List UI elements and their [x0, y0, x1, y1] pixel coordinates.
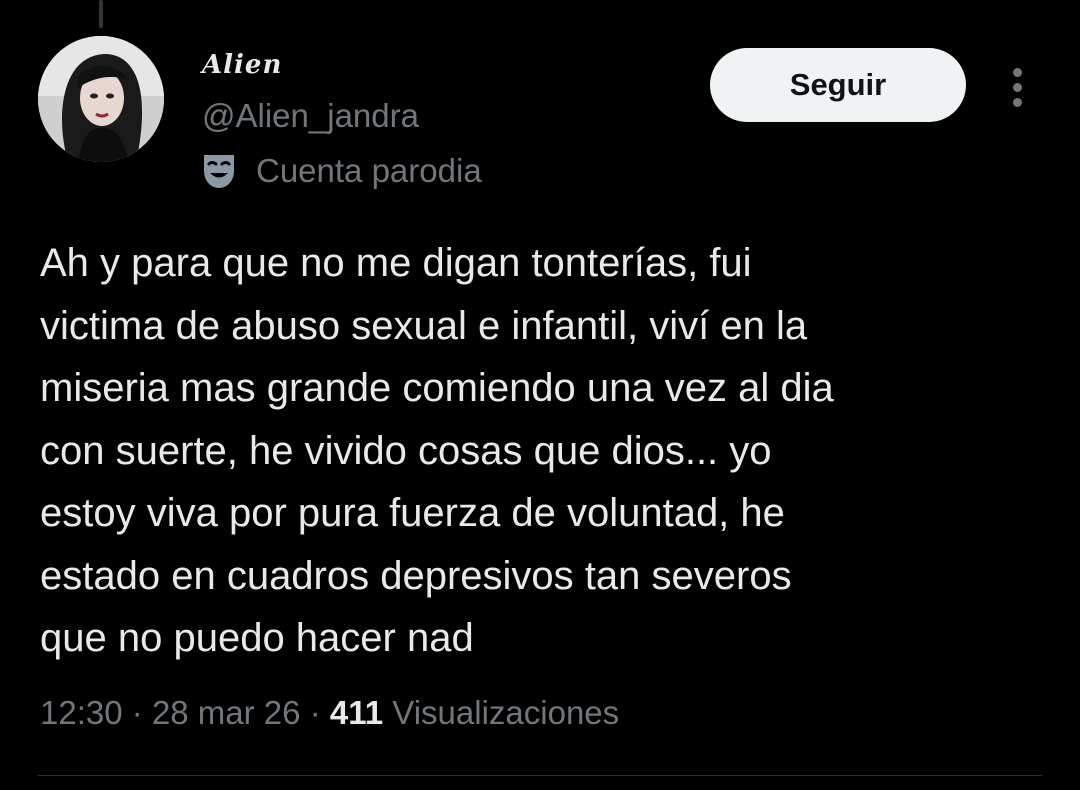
tweet-metadata: 12:30 · 28 mar 26 · 411 Visualizaciones: [40, 694, 619, 732]
divider: [38, 775, 1042, 776]
meta-separator: ·: [131, 694, 143, 731]
views-count[interactable]: 411: [330, 694, 383, 731]
parody-label-text: Cuenta parodia: [256, 152, 482, 189]
author-display-name[interactable]: Alien: [202, 50, 282, 80]
views-label[interactable]: Visualizaciones: [392, 694, 619, 731]
tweet-text-line: miseria mas grande comiendo una vez al d…: [40, 366, 834, 410]
more-options-button[interactable]: [1000, 62, 1034, 112]
meta-separator: ·: [309, 694, 321, 731]
theater-mask-icon: [200, 151, 238, 191]
tweet-text-line: que no puedo hacer nad: [40, 616, 474, 660]
thread-connector-line: [99, 0, 103, 28]
avatar[interactable]: [38, 36, 164, 162]
tweet-text-line: victima de abuso sexual e infantil, viví…: [40, 303, 808, 348]
more-vertical-icon: [1012, 67, 1022, 77]
tweet-text-line: estoy viva por pura fuerza de voluntad, …: [40, 491, 785, 535]
tweet-text: Ah y para que no me digan tonterías, fui…: [40, 232, 1050, 670]
more-vertical-icon-dot: [1012, 97, 1022, 107]
follow-button[interactable]: Seguir: [710, 48, 966, 122]
profile-photo-icon: [38, 36, 164, 162]
parody-account-label: Cuenta parodia: [200, 151, 482, 191]
tweet-date[interactable]: 28 mar 26: [152, 694, 301, 731]
tweet-text-line: con suerte, he vivido cosas que dios... …: [40, 428, 772, 473]
tweet-text-line: estado en cuadros depresivos tan severos: [40, 553, 792, 598]
more-vertical-icon-dot: [1012, 82, 1022, 92]
tweet-time[interactable]: 12:30: [40, 694, 123, 731]
author-handle[interactable]: @Alien_jandra: [202, 97, 419, 135]
tweet-text-line: Ah y para que no me digan tonterías, fui: [40, 241, 752, 285]
